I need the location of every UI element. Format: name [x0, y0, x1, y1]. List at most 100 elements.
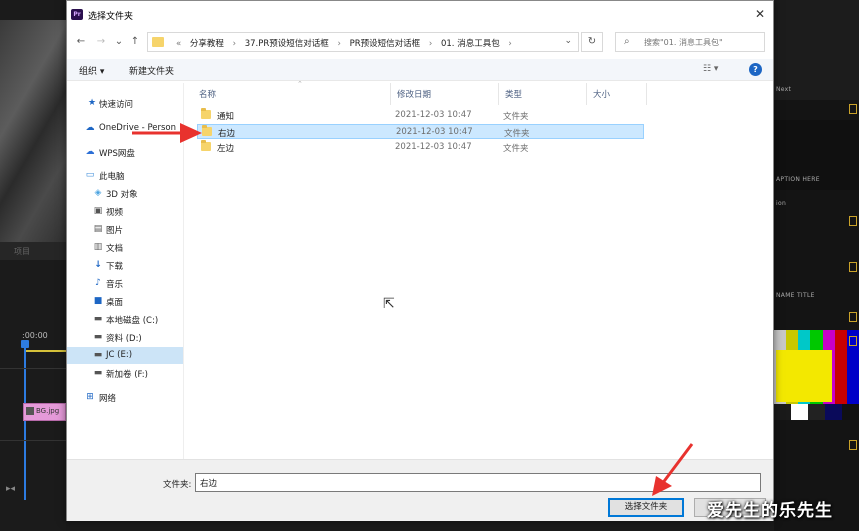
sidebar-item-3d-objects[interactable]: ◈ 3D 对象: [67, 185, 183, 202]
organize-menu[interactable]: 组织 ▾: [79, 64, 104, 77]
template-label: ion: [776, 200, 787, 207]
timeline-clip[interactable]: BG.jpg: [23, 403, 66, 421]
color-bars-overlay: [776, 350, 832, 402]
folder-row[interactable]: 左边 2021-12-03 10:47 文件夹: [197, 140, 644, 155]
folder-icon: [152, 37, 164, 47]
play-to-end-icon[interactable]: ▸◂: [6, 484, 15, 494]
breadcrumb-item[interactable]: 分享教程: [190, 39, 224, 49]
star-icon: ★: [87, 98, 97, 108]
breadcrumb: « 分享教程 › 37.PR预设短信对话框 › PR预设短信对话框 › 01. …: [176, 37, 518, 49]
mouse-cursor-icon: ⇱: [383, 296, 395, 312]
template-thumb[interactable]: [774, 0, 859, 100]
sidebar-item-network[interactable]: ⊞ 网络: [67, 389, 183, 406]
sidebar-item-quick-access[interactable]: ★ 快速访问: [67, 95, 183, 112]
sidebar-item-drive-e[interactable]: ▬ JC (E:): [67, 347, 183, 364]
up-arrow-icon[interactable]: ↑: [129, 36, 141, 48]
column-header-name[interactable]: 名称 ⌃: [193, 80, 391, 105]
sidebar-item-music[interactable]: ♪ 音乐: [67, 275, 183, 292]
computer-icon: ▭: [85, 170, 95, 180]
template-icon[interactable]: [849, 104, 857, 114]
column-header-type[interactable]: 类型: [499, 83, 587, 105]
folder-icon: [201, 140, 211, 151]
title-bar: Pr 选择文件夹 ✕: [67, 1, 773, 29]
sidebar-item-videos[interactable]: ▣ 视频: [67, 203, 183, 220]
template-label: Next: [776, 86, 792, 93]
file-list: 名称 ⌃ 修改日期 类型 大小 通知 2021-12-03 10:47 文件夹 右…: [185, 80, 774, 459]
video-preview: [0, 20, 66, 242]
help-icon[interactable]: ?: [749, 63, 762, 76]
search-box[interactable]: ⌕: [615, 32, 765, 52]
folder-field-label: 文件夹:: [163, 480, 192, 490]
drive-icon: ▬: [93, 314, 103, 324]
breadcrumb-separator[interactable]: ›: [429, 39, 432, 49]
sidebar-item-this-pc[interactable]: ▭ 此电脑: [67, 167, 183, 184]
search-input[interactable]: [644, 35, 762, 49]
column-header-size[interactable]: 大小: [587, 83, 647, 105]
recent-locations-icon[interactable]: ⌄: [113, 36, 125, 48]
document-icon: ▥: [93, 242, 103, 252]
select-folder-button[interactable]: 选择文件夹: [608, 498, 684, 517]
sidebar-item-pictures[interactable]: ▤ 图片: [67, 221, 183, 238]
sidebar-item-wps[interactable]: ☁ WPS网盘: [67, 144, 183, 161]
breadcrumb-overflow[interactable]: «: [176, 39, 181, 49]
back-arrow-icon[interactable]: ←: [75, 36, 87, 48]
template-icon[interactable]: [849, 440, 857, 450]
template-label: APTION HERE: [776, 176, 820, 183]
close-button[interactable]: ✕: [753, 7, 767, 21]
new-folder-button[interactable]: 新建文件夹: [129, 64, 174, 77]
project-tab[interactable]: 项目: [0, 242, 66, 260]
music-icon: ♪: [95, 278, 101, 288]
template-icon[interactable]: [849, 216, 857, 226]
sidebar-item-onedrive[interactable]: ☁ OneDrive - Person: [67, 120, 183, 137]
breadcrumb-item[interactable]: 01. 消息工具包: [441, 39, 500, 49]
select-folder-dialog: Pr 选择文件夹 ✕ ← → ⌄ ↑ « 分享教程 › 37.PR预设短信对话框…: [66, 0, 774, 521]
breadcrumb-separator[interactable]: ›: [233, 39, 236, 49]
navigation-bar: ← → ⌄ ↑ « 分享教程 › 37.PR预设短信对话框 › PR预设短信对话…: [67, 31, 773, 55]
sidebar-item-downloads[interactable]: ↓ 下载: [67, 257, 183, 274]
cloud-icon: ☁: [85, 123, 95, 133]
sidebar-item-drive-d[interactable]: ▬ 资料 (D:): [67, 329, 183, 346]
toolbar: 组织 ▾ 新建文件夹 ☷ ▾ ?: [67, 59, 773, 81]
drive-icon: ▬: [93, 332, 103, 342]
dialog-footer: 文件夹: 右边 选择文件夹: [67, 459, 773, 521]
chevron-down-icon[interactable]: ⌄: [564, 36, 572, 46]
folder-icon: [202, 125, 212, 136]
color-bars-bottom: [774, 404, 859, 420]
column-header-date[interactable]: 修改日期: [391, 83, 499, 105]
forward-arrow-icon[interactable]: →: [95, 36, 107, 48]
desktop-icon: ■: [93, 296, 103, 306]
drive-icon: ▬: [93, 350, 103, 360]
network-icon: ⊞: [86, 392, 94, 402]
breadcrumb-separator[interactable]: ›: [508, 39, 511, 49]
breadcrumb-item[interactable]: PR预设短信对话框: [350, 39, 421, 49]
sidebar-item-desktop[interactable]: ■ 桌面: [67, 293, 183, 310]
drive-icon: ▬: [93, 368, 103, 378]
sort-caret-icon: ⌃: [297, 80, 303, 88]
sidebar-item-documents[interactable]: ▥ 文档: [67, 239, 183, 256]
view-options-icon[interactable]: ☷ ▾: [703, 64, 718, 74]
breadcrumb-item[interactable]: 37.PR预设短信对话框: [245, 39, 329, 49]
folder-name-field[interactable]: 右边: [195, 473, 761, 492]
sidebar-item-drive-f[interactable]: ▬ 新加卷 (F:): [67, 365, 183, 382]
background-left-panel: 项目 :00:00 BG.jpg ▸◂: [0, 0, 66, 531]
premiere-app-icon: Pr: [71, 9, 83, 20]
wps-cloud-icon: ☁: [85, 147, 95, 157]
template-icon[interactable]: [849, 262, 857, 272]
timecode: :00:00: [22, 331, 48, 340]
folder-icon: [201, 108, 211, 119]
folder-row[interactable]: 通知 2021-12-03 10:47 文件夹: [197, 108, 644, 123]
track-divider: [0, 440, 66, 441]
image-icon: [26, 407, 34, 415]
search-icon: ⌕: [624, 36, 630, 47]
track-divider: [0, 368, 66, 369]
sidebar-item-drive-c[interactable]: ▬ 本地磁盘 (C:): [67, 311, 183, 328]
cube-icon: ◈: [94, 188, 102, 198]
template-icon[interactable]: [849, 336, 857, 346]
folder-row-selected[interactable]: 右边 2021-12-03 10:47 文件夹: [197, 124, 644, 139]
address-bar[interactable]: « 分享教程 › 37.PR预设短信对话框 › PR预设短信对话框 › 01. …: [147, 32, 579, 52]
navigation-pane: ★ 快速访问 ☁ OneDrive - Person ☁ WPS网盘 ▭ 此电脑 ◈ 3D…: [67, 83, 184, 459]
template-icon[interactable]: [849, 312, 857, 322]
refresh-button[interactable]: ↻: [581, 32, 603, 52]
breadcrumb-separator[interactable]: ›: [338, 39, 341, 49]
dialog-title: 选择文件夹: [88, 12, 134, 22]
